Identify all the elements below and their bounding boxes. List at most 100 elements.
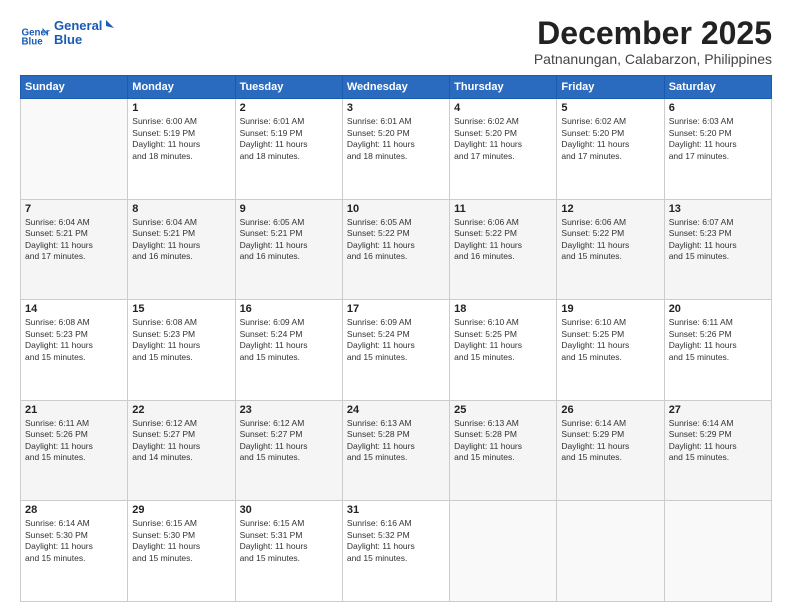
day-number: 18 xyxy=(454,303,552,315)
day-info: Sunrise: 6:13 AMSunset: 5:28 PMDaylight:… xyxy=(347,418,445,464)
table-cell: 22 Sunrise: 6:12 AMSunset: 5:27 PMDayligh… xyxy=(128,400,235,501)
day-number: 17 xyxy=(347,303,445,315)
day-number: 25 xyxy=(454,404,552,416)
day-number: 29 xyxy=(132,504,230,516)
day-number: 15 xyxy=(132,303,230,315)
day-info: Sunrise: 6:05 AMSunset: 5:22 PMDaylight:… xyxy=(347,217,445,263)
day-info: Sunrise: 6:01 AMSunset: 5:19 PMDaylight:… xyxy=(240,116,338,162)
table-cell: 9Sunrise: 6:05 AMSunset: 5:21 PMDaylight… xyxy=(235,199,342,300)
table-cell: 5 Sunrise: 6:02 AMSunset: 5:20 PMDaylight… xyxy=(557,99,664,200)
day-number: 22 xyxy=(132,404,230,416)
table-cell: 25 Sunrise: 6:13 AMSunset: 5:28 PMDayligh… xyxy=(450,400,557,501)
table-cell: 6 Sunrise: 6:03 AMSunset: 5:20 PMDaylight… xyxy=(664,99,771,200)
table-cell: 17 Sunrise: 6:09 AMSunset: 5:24 PMDayligh… xyxy=(342,300,449,401)
day-info: Sunrise: 6:01 AMSunset: 5:20 PMDaylight:… xyxy=(347,116,445,162)
day-number: 23 xyxy=(240,404,338,416)
month-title: December 2025 xyxy=(534,16,772,51)
day-info: Sunrise: 6:12 AMSunset: 5:27 PMDaylight:… xyxy=(132,418,230,464)
day-number: 30 xyxy=(240,504,338,516)
table-cell: 2 Sunrise: 6:01 AMSunset: 5:19 PMDaylight… xyxy=(235,99,342,200)
col-thursday: Thursday xyxy=(450,76,557,99)
day-number: 12 xyxy=(561,203,659,215)
day-info: Sunrise: 6:06 AMSunset: 5:22 PMDaylight:… xyxy=(561,217,659,263)
calendar-table: Sunday Monday Tuesday Wednesday Thursday… xyxy=(20,75,772,602)
day-number: 5 xyxy=(561,102,659,114)
day-info: Sunrise: 6:02 AMSunset: 5:20 PMDaylight:… xyxy=(561,116,659,162)
day-number: 27 xyxy=(669,404,767,416)
table-cell: 24Sunrise: 6:13 AMSunset: 5:28 PMDayligh… xyxy=(342,400,449,501)
day-info: Sunrise: 6:07 AMSunset: 5:23 PMDaylight:… xyxy=(669,217,767,263)
day-info: Sunrise: 6:14 AMSunset: 5:29 PMDaylight:… xyxy=(669,418,767,464)
day-number: 10 xyxy=(347,203,445,215)
table-cell: 8Sunrise: 6:04 AMSunset: 5:21 PMDaylight… xyxy=(128,199,235,300)
day-number: 20 xyxy=(669,303,767,315)
table-cell: 23Sunrise: 6:12 AMSunset: 5:27 PMDayligh… xyxy=(235,400,342,501)
svg-text:Blue: Blue xyxy=(22,36,44,47)
table-cell: 21Sunrise: 6:11 AMSunset: 5:26 PMDayligh… xyxy=(21,400,128,501)
day-info: Sunrise: 6:10 AMSunset: 5:25 PMDaylight:… xyxy=(561,317,659,363)
day-info: Sunrise: 6:09 AMSunset: 5:24 PMDaylight:… xyxy=(347,317,445,363)
table-cell: 12 Sunrise: 6:06 AMSunset: 5:22 PMDayligh… xyxy=(557,199,664,300)
table-row: 7 Sunrise: 6:04 AMSunset: 5:21 PMDaylight… xyxy=(21,199,772,300)
table-cell: 29 Sunrise: 6:15 AMSunset: 5:30 PMDayligh… xyxy=(128,501,235,602)
table-cell: 31Sunrise: 6:16 AMSunset: 5:32 PMDayligh… xyxy=(342,501,449,602)
logo-svg: General Blue xyxy=(54,16,114,52)
day-number: 11 xyxy=(454,203,552,215)
day-number: 28 xyxy=(25,504,123,516)
table-cell: 1Sunrise: 6:00 AMSunset: 5:19 PMDaylight… xyxy=(128,99,235,200)
day-number: 31 xyxy=(347,504,445,516)
table-cell: 30 Sunrise: 6:15 AMSunset: 5:31 PMDayligh… xyxy=(235,501,342,602)
table-cell: 28 Sunrise: 6:14 AMSunset: 5:30 PMDayligh… xyxy=(21,501,128,602)
table-cell: 4Sunrise: 6:02 AMSunset: 5:20 PMDaylight… xyxy=(450,99,557,200)
col-friday: Friday xyxy=(557,76,664,99)
table-cell: 3 Sunrise: 6:01 AMSunset: 5:20 PMDaylight… xyxy=(342,99,449,200)
day-number: 6 xyxy=(669,102,767,114)
title-block: December 2025 Patnanungan, Calabarzon, P… xyxy=(534,16,772,67)
table-cell xyxy=(450,501,557,602)
day-number: 16 xyxy=(240,303,338,315)
day-number: 3 xyxy=(347,102,445,114)
table-cell xyxy=(557,501,664,602)
day-info: Sunrise: 6:13 AMSunset: 5:28 PMDaylight:… xyxy=(454,418,552,464)
day-info: Sunrise: 6:09 AMSunset: 5:24 PMDaylight:… xyxy=(240,317,338,363)
subtitle: Patnanungan, Calabarzon, Philippines xyxy=(534,51,772,67)
day-number: 7 xyxy=(25,203,123,215)
logo-icon: General Blue xyxy=(20,22,50,52)
table-row: 28 Sunrise: 6:14 AMSunset: 5:30 PMDayligh… xyxy=(21,501,772,602)
day-number: 8 xyxy=(132,203,230,215)
day-number: 2 xyxy=(240,102,338,114)
table-cell: 14 Sunrise: 6:08 AMSunset: 5:23 PMDayligh… xyxy=(21,300,128,401)
day-info: Sunrise: 6:15 AMSunset: 5:31 PMDaylight:… xyxy=(240,518,338,564)
day-info: Sunrise: 6:15 AMSunset: 5:30 PMDaylight:… xyxy=(132,518,230,564)
table-row: 1Sunrise: 6:00 AMSunset: 5:19 PMDaylight… xyxy=(21,99,772,200)
svg-text:Blue: Blue xyxy=(54,32,82,47)
day-number: 9 xyxy=(240,203,338,215)
col-wednesday: Wednesday xyxy=(342,76,449,99)
table-cell: 19 Sunrise: 6:10 AMSunset: 5:25 PMDayligh… xyxy=(557,300,664,401)
day-number: 26 xyxy=(561,404,659,416)
header: General Blue General Blue December 2025 … xyxy=(20,16,772,67)
table-cell: 20Sunrise: 6:11 AMSunset: 5:26 PMDayligh… xyxy=(664,300,771,401)
day-info: Sunrise: 6:08 AMSunset: 5:23 PMDaylight:… xyxy=(25,317,123,363)
table-row: 21Sunrise: 6:11 AMSunset: 5:26 PMDayligh… xyxy=(21,400,772,501)
day-info: Sunrise: 6:04 AMSunset: 5:21 PMDaylight:… xyxy=(25,217,123,263)
day-info: Sunrise: 6:14 AMSunset: 5:30 PMDaylight:… xyxy=(25,518,123,564)
day-info: Sunrise: 6:02 AMSunset: 5:20 PMDaylight:… xyxy=(454,116,552,162)
col-sunday: Sunday xyxy=(21,76,128,99)
day-info: Sunrise: 6:06 AMSunset: 5:22 PMDaylight:… xyxy=(454,217,552,263)
table-cell xyxy=(664,501,771,602)
table-cell: 27 Sunrise: 6:14 AMSunset: 5:29 PMDayligh… xyxy=(664,400,771,501)
day-number: 19 xyxy=(561,303,659,315)
col-saturday: Saturday xyxy=(664,76,771,99)
day-number: 1 xyxy=(132,102,230,114)
calendar-header-row: Sunday Monday Tuesday Wednesday Thursday… xyxy=(21,76,772,99)
day-number: 14 xyxy=(25,303,123,315)
table-cell: 13Sunrise: 6:07 AMSunset: 5:23 PMDayligh… xyxy=(664,199,771,300)
page: General Blue General Blue December 2025 … xyxy=(0,0,792,612)
svg-text:General: General xyxy=(54,18,102,33)
day-info: Sunrise: 6:10 AMSunset: 5:25 PMDaylight:… xyxy=(454,317,552,363)
table-cell: 26Sunrise: 6:14 AMSunset: 5:29 PMDayligh… xyxy=(557,400,664,501)
day-info: Sunrise: 6:03 AMSunset: 5:20 PMDaylight:… xyxy=(669,116,767,162)
table-cell: 7 Sunrise: 6:04 AMSunset: 5:21 PMDaylight… xyxy=(21,199,128,300)
table-cell xyxy=(21,99,128,200)
